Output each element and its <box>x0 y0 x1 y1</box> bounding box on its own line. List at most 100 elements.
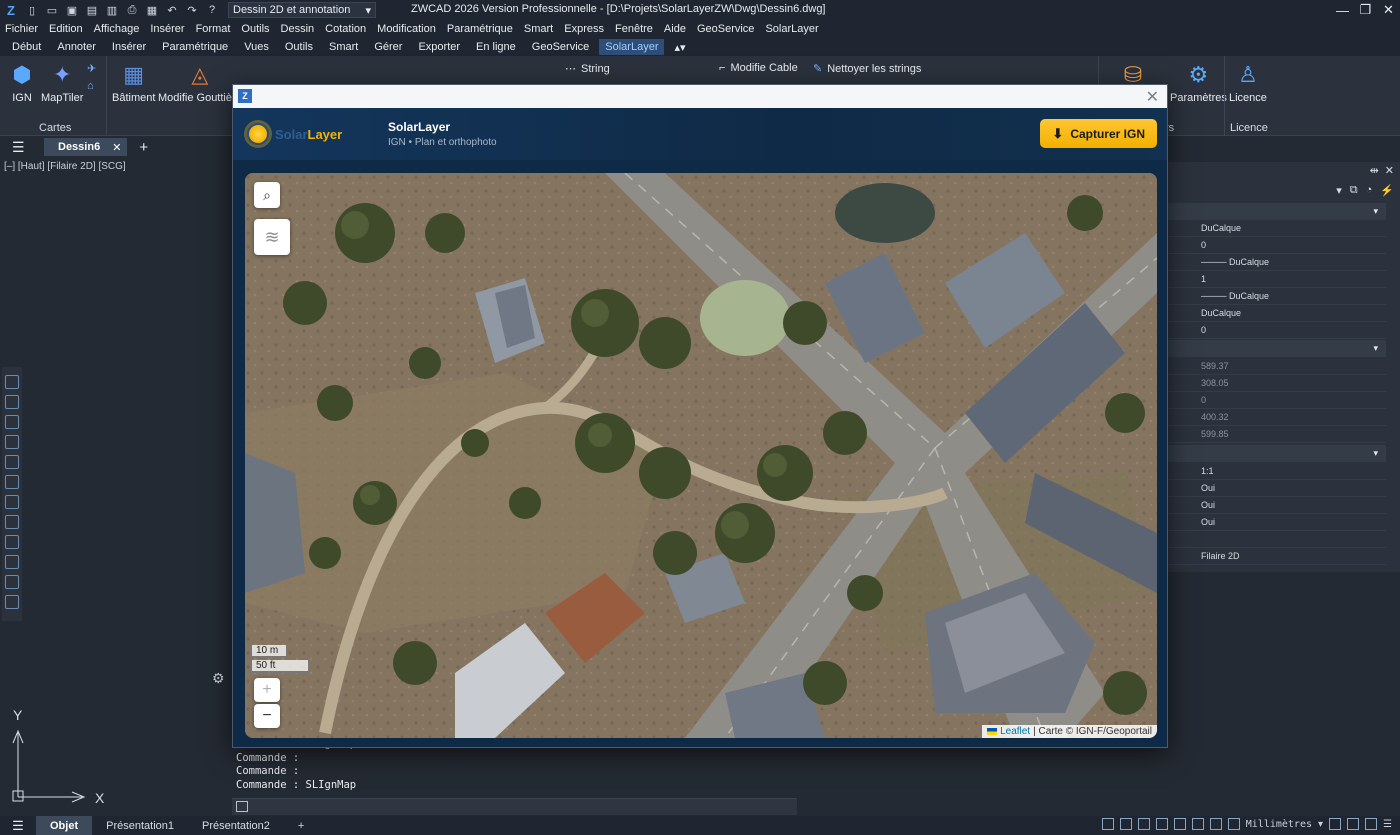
new-tab-icon[interactable]: + <box>139 139 148 156</box>
menu-affichage[interactable]: Affichage <box>94 23 140 35</box>
close-tab-icon[interactable]: ✕ <box>112 141 121 154</box>
tool-icon-9[interactable] <box>5 535 19 549</box>
new-file-icon[interactable]: ▯ <box>24 2 40 18</box>
modifie-gouttiere-button[interactable]: ◬ Modifie Gouttière <box>158 60 242 104</box>
map-search-button[interactable]: ⌕ <box>254 182 280 208</box>
ortho-toggle-icon[interactable] <box>1137 818 1150 830</box>
close-panel-icon[interactable]: ✕ <box>1385 164 1394 177</box>
tab-en-ligne[interactable]: En ligne <box>476 39 516 55</box>
menu-format[interactable]: Format <box>196 23 231 35</box>
viewport-label[interactable]: [–] [Haut] [Filaire 2D] [SCG] <box>4 161 126 172</box>
nettoyer-strings-button[interactable]: ✎ Nettoyer les strings <box>813 62 921 76</box>
tool-icon-2[interactable] <box>5 395 19 409</box>
tab-outils[interactable]: Outils <box>285 39 313 55</box>
prop-row[interactable]: Oui <box>1168 480 1386 497</box>
leaflet-link[interactable]: Leaflet <box>1000 726 1030 737</box>
units-select[interactable]: Millimètres <box>1246 819 1312 830</box>
workspace-select[interactable]: Dessin 2D et annotation ▾ <box>228 2 376 18</box>
ign-button[interactable]: ⬢ IGN <box>8 60 36 104</box>
tool-icon-5[interactable] <box>5 455 19 469</box>
restore-button[interactable]: ❐ <box>1354 0 1377 20</box>
prop-row[interactable]: 0 <box>1168 237 1386 254</box>
menu-fichier[interactable]: Fichier <box>5 23 38 35</box>
prop-row[interactable]: 1 <box>1168 271 1386 288</box>
tab-geoservice[interactable]: GeoService <box>532 39 589 55</box>
menu-inserer[interactable]: Insérer <box>150 23 184 35</box>
tool-icon-12[interactable] <box>5 595 19 609</box>
menu-smart[interactable]: Smart <box>524 23 553 35</box>
undo-icon[interactable]: ↶ <box>164 2 180 18</box>
prop-row[interactable]: 0 <box>1168 322 1386 339</box>
tab-gerer[interactable]: Gérer <box>374 39 402 55</box>
ribbon-toggle-icon[interactable]: ▴▾ <box>674 39 685 56</box>
open-folder-icon[interactable]: ▭ <box>44 2 60 18</box>
status-menu-icon[interactable]: ☰ <box>0 818 36 834</box>
menu-geoservice[interactable]: GeoService <box>697 23 754 35</box>
prop-row[interactable]: Oui <box>1168 514 1386 531</box>
menu-dessin[interactable]: Dessin <box>281 23 315 35</box>
hamburger-menu-icon[interactable]: ☰ <box>12 139 25 156</box>
save-icon[interactable]: ▣ <box>64 2 80 18</box>
command-settings-icon[interactable]: ⚙ <box>212 670 225 687</box>
menu-outils[interactable]: Outils <box>241 23 269 35</box>
ign-map[interactable]: ⌕ ≋ 10 m 50 ft + − Leaflet | Carte © IGN… <box>245 173 1157 738</box>
grid-toggle-icon[interactable] <box>1101 818 1114 830</box>
polar-toggle-icon[interactable] <box>1155 818 1168 830</box>
prop-row[interactable]: DuCalque <box>1168 220 1386 237</box>
minimize-button[interactable]: — <box>1331 0 1354 20</box>
redo-icon[interactable]: ↷ <box>184 2 200 18</box>
prop-row[interactable]: Oui <box>1168 497 1386 514</box>
doc-tab-dessin6[interactable]: Dessin6 ✕ <box>44 138 128 156</box>
menu-modification[interactable]: Modification <box>377 23 436 35</box>
modifie-cable-button[interactable]: ⌐ Modifie Cable <box>719 62 798 74</box>
tool-icon-6[interactable] <box>5 475 19 489</box>
menu-solarlayer[interactable]: SolarLayer <box>765 23 818 35</box>
parametres-button[interactable]: ⚙ Paramètres <box>1170 60 1227 104</box>
help-icon[interactable]: ? <box>204 2 220 18</box>
tool-icon-8[interactable] <box>5 515 19 529</box>
tab-annoter[interactable]: Annoter <box>57 39 96 55</box>
osnap-toggle-icon[interactable] <box>1173 818 1186 830</box>
tool-icon-3[interactable] <box>5 415 19 429</box>
tool-icon-1[interactable] <box>5 375 19 389</box>
capture-ign-button[interactable]: ⬇ Capturer IGN <box>1040 119 1157 148</box>
annotation-icon[interactable] <box>1329 818 1342 830</box>
add-layout-icon[interactable]: + <box>284 816 318 835</box>
prop-row[interactable] <box>1168 531 1386 548</box>
tool-icon-7[interactable] <box>5 495 19 509</box>
layers-button[interactable]: ≋ <box>254 219 290 255</box>
string-button[interactable]: ⋯ String <box>565 62 610 76</box>
select-objects-icon[interactable]: ◔ <box>1366 184 1373 196</box>
menu-aide[interactable]: Aide <box>664 23 686 35</box>
tab-inserer[interactable]: Insérer <box>112 39 146 55</box>
selection-cycle-icon[interactable] <box>1227 818 1240 830</box>
prop-row[interactable]: Filaire 2D <box>1168 548 1386 565</box>
pin-icon[interactable]: ⇹ <box>1370 164 1379 177</box>
tool-icon-4[interactable] <box>5 435 19 449</box>
zoom-out-button[interactable]: − <box>254 704 280 728</box>
plane-icon[interactable]: ✈ <box>87 62 96 75</box>
menu-express[interactable]: Express <box>564 23 604 35</box>
menu-fenetre[interactable]: Fenêtre <box>615 23 653 35</box>
tool-icon-10[interactable] <box>5 555 19 569</box>
zoom-in-button[interactable]: + <box>254 678 280 702</box>
menu-parametrique[interactable]: Paramétrique <box>447 23 513 35</box>
layout-tab-presentation2[interactable]: Présentation2 <box>188 816 284 835</box>
save-as-icon[interactable]: ▤ <box>84 2 100 18</box>
section-general-toggle[interactable]: ▾ <box>1168 203 1386 220</box>
menu-cotation[interactable]: Cotation <box>325 23 366 35</box>
command-input[interactable] <box>232 798 797 815</box>
prop-row[interactable]: 1:1 <box>1168 463 1386 480</box>
batiment-button[interactable]: ▦ Bâtiment <box>112 60 155 104</box>
tool-icon-11[interactable] <box>5 575 19 589</box>
tab-debut[interactable]: Début <box>12 39 41 55</box>
toggle-pickadd-icon[interactable]: ⧉ <box>1350 184 1358 197</box>
menu-edition[interactable]: Edition <box>49 23 83 35</box>
section-view-toggle[interactable]: ▾ <box>1168 340 1386 357</box>
dialog-close-button[interactable]: ✕ <box>1146 87 1159 107</box>
units-chevron-icon[interactable]: ▾ <box>1318 819 1323 830</box>
bank-icon[interactable]: ⌂ <box>87 80 94 92</box>
quick-select-icon[interactable]: ⚡ <box>1380 184 1394 197</box>
section-misc-toggle[interactable]: ▾ <box>1168 445 1386 462</box>
tab-solarlayer[interactable]: SolarLayer <box>599 39 665 55</box>
